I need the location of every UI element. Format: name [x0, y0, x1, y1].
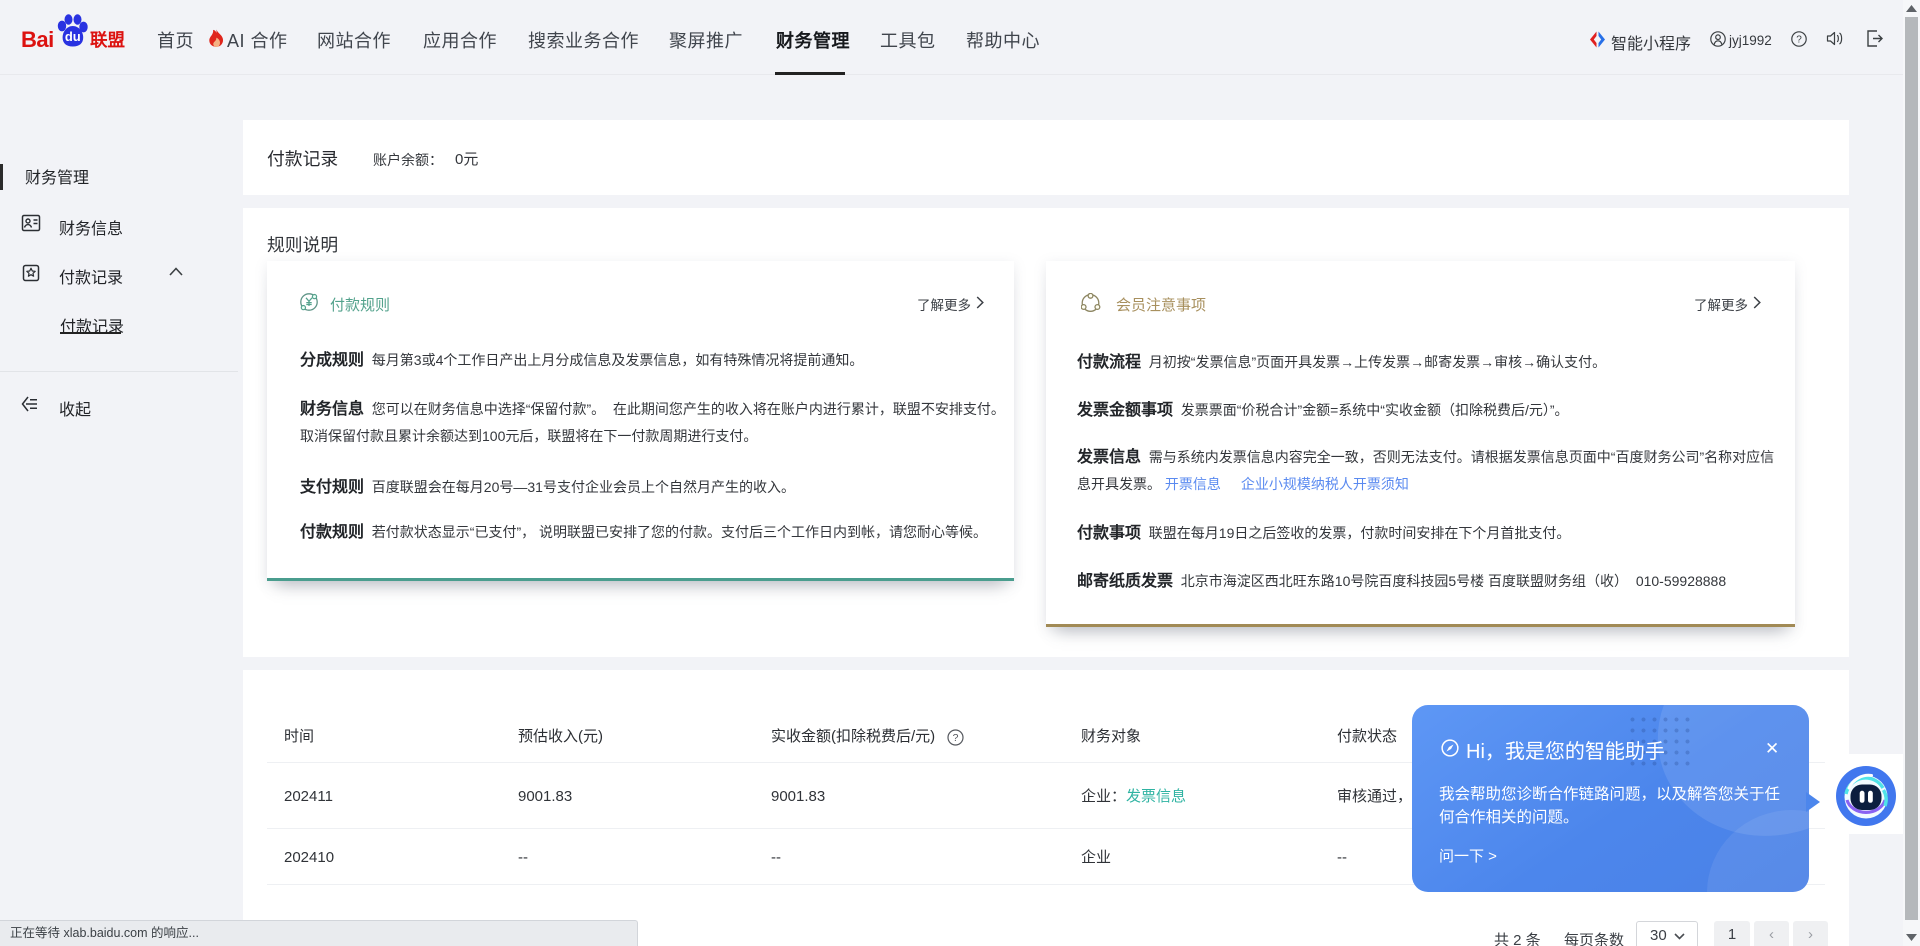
- svg-text:?: ?: [1796, 35, 1802, 46]
- svg-text:du: du: [65, 29, 81, 44]
- svg-text:?: ?: [953, 732, 959, 744]
